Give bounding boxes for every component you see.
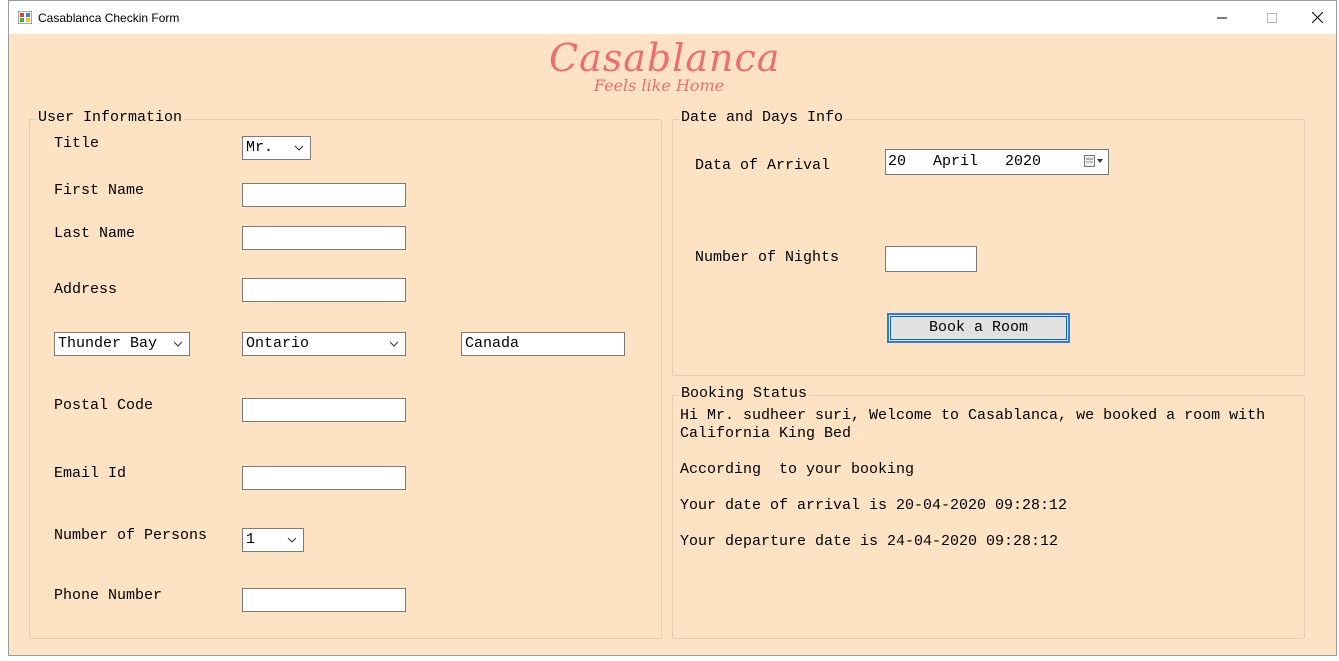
status-line xyxy=(680,443,1300,461)
title-bar: Casablanca Checkin Form xyxy=(9,1,1336,34)
postal-code-input[interactable] xyxy=(242,398,406,422)
postal-code-label: Postal Code xyxy=(54,397,154,414)
chevron-down-icon xyxy=(287,537,297,543)
province-dropdown[interactable]: Ontario xyxy=(242,332,406,356)
phone-label: Phone Number xyxy=(54,587,163,604)
city-dropdown[interactable]: Thunder Bay xyxy=(54,332,190,356)
status-line xyxy=(680,515,1300,533)
chevron-down-icon xyxy=(294,145,304,151)
status-line: According to your booking xyxy=(680,461,915,478)
user-information-title: User Information xyxy=(36,109,185,126)
phone-input[interactable] xyxy=(242,588,406,612)
title-label: Title xyxy=(54,135,100,152)
persons-label: Number of Persons xyxy=(54,527,208,544)
last-name-label: Last Name xyxy=(54,225,136,242)
brand-name: Casablanca xyxy=(549,36,781,80)
persons-dropdown[interactable]: 1 xyxy=(242,528,304,552)
app-icon xyxy=(18,11,32,24)
close-icon xyxy=(1311,12,1323,23)
calendar-icon[interactable] xyxy=(1084,155,1104,169)
country-input[interactable]: Canada xyxy=(461,332,625,356)
maximize-icon xyxy=(1267,12,1277,23)
email-label: Email Id xyxy=(54,465,127,482)
arrival-date-picker[interactable]: 20 April 2020 xyxy=(885,149,1109,175)
address-input[interactable] xyxy=(242,278,406,302)
booking-status-text: Hi Mr. sudheer suri, Welcome to Casablan… xyxy=(680,407,1300,551)
first-name-label: First Name xyxy=(54,182,145,199)
address-label: Address xyxy=(54,281,118,298)
book-room-button[interactable]: Book a Room xyxy=(887,313,1070,343)
date-info-title: Date and Days Info xyxy=(679,109,846,126)
nights-input[interactable] xyxy=(885,246,977,272)
title-dropdown[interactable]: Mr. xyxy=(242,136,311,160)
province-value: Ontario xyxy=(246,335,310,352)
status-line: Your departure date is 24-04-2020 09:28:… xyxy=(680,533,1059,550)
last-name-input[interactable] xyxy=(242,226,406,250)
minimize-button[interactable] xyxy=(1199,1,1245,34)
city-value: Thunder Bay xyxy=(58,335,158,352)
first-name-input[interactable] xyxy=(242,183,406,207)
close-button[interactable] xyxy=(1294,1,1339,34)
status-line xyxy=(680,479,1300,497)
arrival-date-value: 20 April 2020 xyxy=(888,153,1042,170)
arrival-label: Data of Arrival xyxy=(695,157,831,174)
brand-logo: Casablanca Feels like Home xyxy=(549,34,781,104)
status-line: Hi Mr. sudheer suri, Welcome to Casablan… xyxy=(680,407,1275,442)
window-title: Casablanca Checkin Form xyxy=(38,11,180,25)
maximize-button[interactable] xyxy=(1249,1,1295,34)
persons-value: 1 xyxy=(246,531,256,548)
booking-status-title: Booking Status xyxy=(679,385,810,402)
title-value: Mr. xyxy=(246,139,274,156)
checkin-window: Casablanca Checkin Form Casablanca Feels… xyxy=(8,0,1337,656)
chevron-down-icon xyxy=(389,341,399,347)
status-line: Your date of arrival is 20-04-2020 09:28… xyxy=(680,497,1068,514)
minimize-icon xyxy=(1217,17,1227,18)
email-input[interactable] xyxy=(242,466,406,490)
nights-label: Number of Nights xyxy=(695,249,840,266)
chevron-down-icon xyxy=(173,341,183,347)
